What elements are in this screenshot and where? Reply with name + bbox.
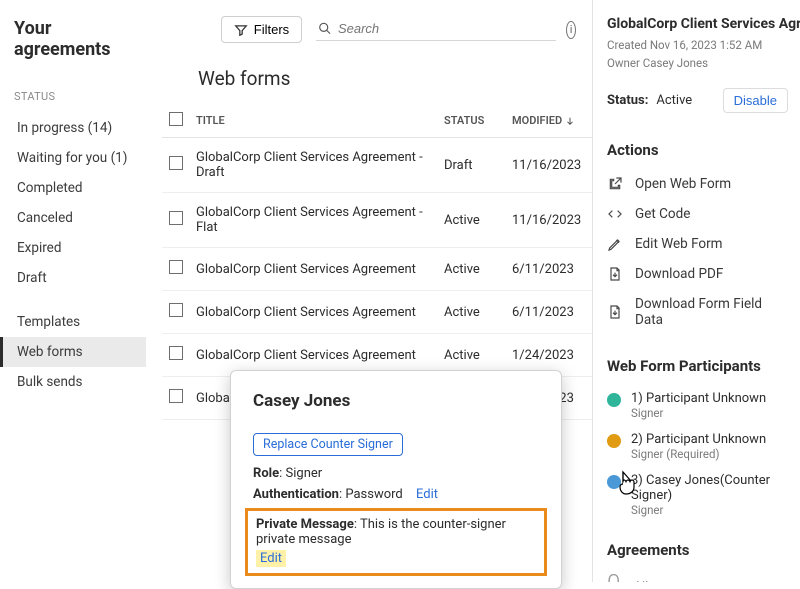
popover-name: Casey Jones bbox=[253, 391, 539, 411]
cell-title: GlobalCorp Client Services Agreement - D… bbox=[190, 138, 438, 193]
role-key: Role bbox=[253, 466, 279, 481]
filter-icon bbox=[234, 23, 248, 37]
auth-value: Password bbox=[345, 487, 402, 502]
status-heading: STATUS bbox=[14, 90, 146, 103]
auth-key: Authentication bbox=[253, 487, 339, 502]
row-checkbox[interactable] bbox=[169, 211, 183, 225]
row-checkbox[interactable] bbox=[169, 346, 183, 360]
search-icon bbox=[318, 21, 332, 36]
search-input-wrap[interactable] bbox=[316, 18, 556, 41]
pm-key: Private Message bbox=[256, 517, 354, 532]
col-modified[interactable]: MODIFIED bbox=[506, 104, 592, 138]
cell-status: Active bbox=[438, 291, 506, 334]
table-row[interactable]: GlobalCorp Client Services Agreement - D… bbox=[162, 138, 592, 193]
download-data-icon bbox=[607, 304, 623, 320]
replace-counter-signer-button[interactable]: Replace Counter Signer bbox=[253, 433, 403, 456]
detail-owner: Owner Casey Jones bbox=[607, 56, 788, 70]
private-message-highlight: Private Message: This is the counter-sig… bbox=[245, 508, 547, 576]
sort-desc-icon bbox=[565, 116, 575, 126]
action-label: Edit Web Form bbox=[635, 236, 723, 252]
role-value: Signer bbox=[286, 466, 323, 481]
disable-button[interactable]: Disable bbox=[723, 88, 788, 113]
participant-row[interactable]: 1) Participant Unknown Signer bbox=[607, 385, 788, 426]
cell-status: Draft bbox=[438, 138, 506, 193]
action-label: Download Form Field Data bbox=[635, 296, 788, 328]
participant-label: 2) Participant Unknown bbox=[631, 432, 766, 447]
cell-title: GlobalCorp Client Services Agreement - F… bbox=[190, 193, 438, 248]
sidebar-item-templates[interactable]: Templates bbox=[0, 307, 146, 337]
pm-edit-link[interactable]: Edit bbox=[256, 550, 286, 567]
pointer-cursor-icon bbox=[614, 468, 640, 498]
row-checkbox[interactable] bbox=[169, 156, 183, 170]
sidebar-item-draft[interactable]: Draft bbox=[0, 263, 146, 293]
select-all-checkbox[interactable] bbox=[169, 112, 183, 126]
action-label: Open Web Form bbox=[635, 176, 731, 192]
action-download-pdf[interactable]: Download PDF bbox=[607, 259, 788, 289]
sidebar: Your agreements STATUS In progress (14) … bbox=[0, 0, 150, 582]
col-title[interactable]: TITLE bbox=[190, 104, 438, 138]
popover-auth-row: Authentication: Password Edit bbox=[253, 487, 539, 502]
table-row[interactable]: GlobalCorp Client Services Agreement Act… bbox=[162, 248, 592, 291]
participant-role: Signer (Required) bbox=[631, 447, 766, 461]
participant-row[interactable]: 2) Participant Unknown Signer (Required) bbox=[607, 426, 788, 467]
table-row[interactable]: GlobalCorp Client Services Agreement - F… bbox=[162, 193, 592, 248]
detail-created: Created Nov 16, 2023 1:52 AM bbox=[607, 38, 788, 52]
download-icon bbox=[607, 266, 623, 282]
cell-status: Active bbox=[438, 193, 506, 248]
row-checkbox[interactable] bbox=[169, 260, 183, 274]
filters-button[interactable]: Filters bbox=[221, 16, 302, 43]
sidebar-item-expired[interactable]: Expired bbox=[0, 233, 146, 263]
status-value: Active bbox=[656, 93, 692, 108]
action-label: Download PDF bbox=[635, 266, 723, 282]
row-checkbox[interactable] bbox=[169, 303, 183, 317]
toolbar: Filters i bbox=[162, 16, 592, 43]
actions-heading: Actions bbox=[607, 141, 788, 159]
sidebar-item-canceled[interactable]: Canceled bbox=[0, 203, 146, 233]
cell-modified: 6/11/2023 bbox=[506, 291, 592, 334]
popover-role-row: Role: Signer bbox=[253, 466, 539, 481]
action-get-code[interactable]: Get Code bbox=[607, 199, 788, 229]
participant-role: Signer bbox=[631, 406, 766, 420]
cell-modified: 6/11/2023 bbox=[506, 248, 592, 291]
page-title: Your agreements bbox=[14, 18, 146, 60]
action-edit-web-form[interactable]: Edit Web Form bbox=[607, 229, 788, 259]
sidebar-item-completed[interactable]: Completed bbox=[0, 173, 146, 203]
agreements-subheading: Agreements bbox=[607, 541, 788, 559]
list-heading: Web forms bbox=[198, 67, 592, 90]
sidebar-item-bulksends[interactable]: Bulk sends bbox=[0, 367, 146, 397]
sidebar-item-waiting[interactable]: Waiting for you (1) bbox=[0, 143, 146, 173]
cell-title: GlobalCorp Client Services Agreement bbox=[190, 291, 438, 334]
cell-modified: 11/16/2023 bbox=[506, 193, 592, 248]
external-link-icon bbox=[607, 176, 623, 192]
detail-title: GlobalCorp Client Services Agreement bbox=[607, 16, 788, 34]
code-icon bbox=[607, 206, 623, 222]
search-input[interactable] bbox=[338, 21, 554, 36]
table-row[interactable]: GlobalCorp Client Services Agreement Act… bbox=[162, 291, 592, 334]
info-icon[interactable]: i bbox=[566, 21, 576, 39]
action-label: Get Code bbox=[635, 206, 690, 222]
filters-label: Filters bbox=[254, 22, 289, 37]
sidebar-item-inprogress[interactable]: In progress (14) bbox=[0, 113, 146, 143]
participants-heading: Web Form Participants bbox=[607, 357, 788, 375]
participant-label: 1) Participant Unknown bbox=[631, 391, 766, 406]
sidebar-item-webforms[interactable]: Web forms bbox=[0, 337, 146, 367]
action-download-form-field-data[interactable]: Download Form Field Data bbox=[607, 289, 788, 335]
counter-signer-popover: Casey Jones Replace Counter Signer Role:… bbox=[230, 370, 562, 589]
participant-dot-icon bbox=[607, 434, 621, 448]
participant-role: Signer bbox=[631, 503, 788, 517]
participant-dot-icon bbox=[607, 393, 621, 407]
pencil-icon bbox=[607, 236, 623, 252]
col-status[interactable]: STATUS bbox=[438, 104, 506, 138]
participant-label: 3) Casey Jones(Counter Signer) bbox=[631, 473, 788, 503]
row-checkbox[interactable] bbox=[169, 389, 183, 403]
cell-status: Active bbox=[438, 248, 506, 291]
cell-title: GlobalCorp Client Services Agreement bbox=[190, 248, 438, 291]
status-key: Status: bbox=[607, 93, 648, 108]
cell-modified: 11/16/2023 bbox=[506, 138, 592, 193]
auth-edit-link[interactable]: Edit bbox=[416, 487, 438, 502]
action-open-web-form[interactable]: Open Web Form bbox=[607, 169, 788, 199]
agreements-count: 0 bbox=[607, 569, 620, 583]
